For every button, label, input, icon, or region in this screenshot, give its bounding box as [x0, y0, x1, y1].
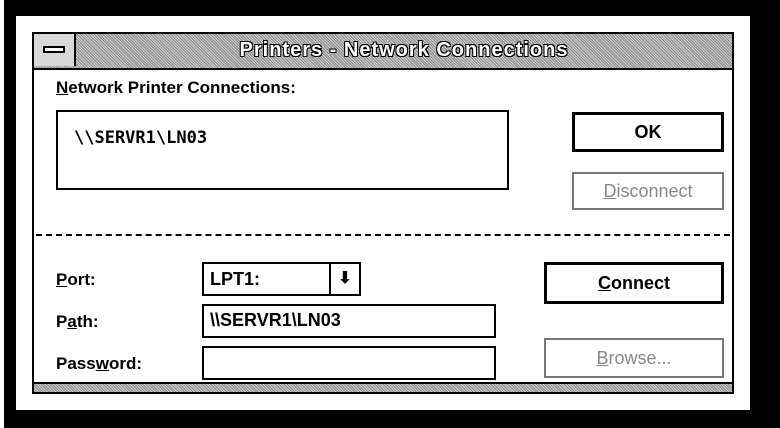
ok-button[interactable]: OK [572, 112, 724, 152]
list-item[interactable]: \\SERVR1\LN03 [74, 128, 207, 148]
port-label: Port: [56, 270, 96, 289]
system-menu-bar-icon [43, 46, 65, 53]
network-printer-connections-label: Network Printer Connections: [56, 78, 296, 97]
port-value: LPT1: [210, 269, 261, 289]
path-value: \\SERVR1\LN03 [210, 310, 341, 330]
browse-button[interactable]: Browse... [544, 338, 724, 378]
password-label: Password: [56, 354, 142, 373]
section-divider [36, 234, 730, 236]
path-input[interactable]: \\SERVR1\LN03 [202, 304, 496, 338]
down-arrow-icon[interactable]: ⬇ [329, 264, 359, 294]
bottom-border-strip [34, 382, 732, 392]
connect-button[interactable]: Connect [544, 262, 724, 304]
title-bar[interactable]: Printers - Network Connections [34, 34, 732, 70]
window-title: Printers - Network Connections [239, 39, 569, 61]
port-select[interactable]: LPT1: ⬇ [202, 262, 361, 296]
path-label: Path: [56, 312, 99, 331]
network-printer-connections-list[interactable]: \\SERVR1\LN03 [56, 110, 509, 190]
dialog-frame: Printers - Network Connections Network P… [32, 32, 734, 394]
password-input[interactable] [202, 346, 496, 380]
system-menu-icon[interactable] [34, 34, 76, 66]
disconnect-button[interactable]: Disconnect [572, 172, 724, 210]
screen-edge [0, 0, 4, 428]
printers-network-connections-dialog: Printers - Network Connections Network P… [14, 14, 752, 412]
